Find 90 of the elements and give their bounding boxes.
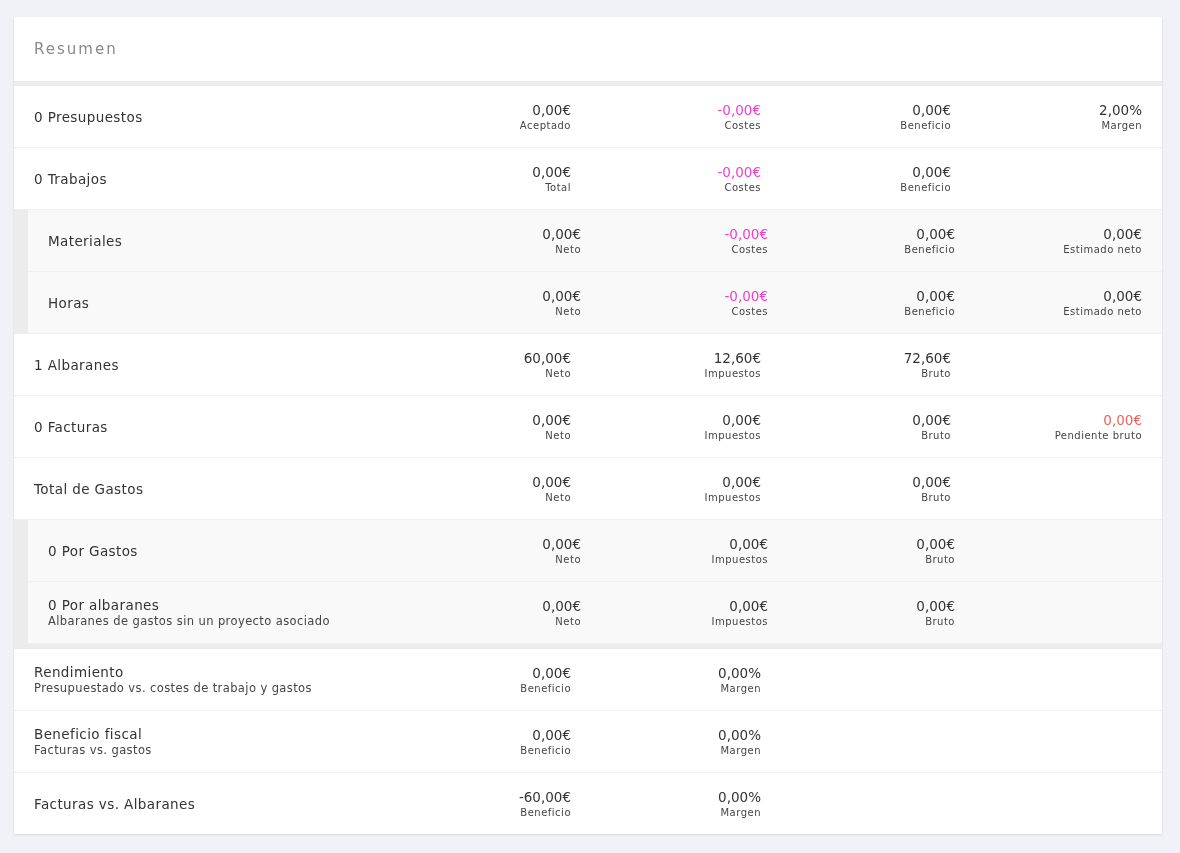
amount-label: Bruto bbox=[925, 616, 955, 627]
row-title: Horas bbox=[48, 294, 90, 311]
amount-value: 0,00€ bbox=[916, 226, 955, 242]
row-title: 0 Presupuestos bbox=[34, 108, 143, 125]
card-title: Resumen bbox=[34, 40, 118, 58]
amount-label: Neto bbox=[545, 430, 571, 441]
amount-value: 0,00% bbox=[718, 665, 761, 681]
row-title: 0 Trabajos bbox=[34, 170, 107, 187]
amount-label: Bruto bbox=[921, 430, 951, 441]
amount-label: Neto bbox=[555, 616, 581, 627]
amount-value: 0,00% bbox=[718, 789, 761, 805]
row-title: 0 Por Gastos bbox=[48, 542, 138, 559]
amount-label: Total bbox=[545, 182, 571, 193]
amount-value: -60,00€ bbox=[518, 789, 571, 805]
amount-value: 2,00% bbox=[1099, 102, 1142, 118]
amount-label: Beneficio bbox=[520, 745, 571, 756]
amount-value: -0,00€ bbox=[717, 164, 761, 180]
amount-value: 0,00€ bbox=[912, 474, 951, 490]
amount-value: -0,00€ bbox=[717, 102, 761, 118]
amount-value: 0,00€ bbox=[916, 288, 955, 304]
amount-label: Bruto bbox=[925, 554, 955, 565]
amount-label: Impuestos bbox=[711, 554, 768, 565]
row-title: Total de Gastos bbox=[34, 480, 144, 497]
amount-value: 0,00€ bbox=[912, 102, 951, 118]
amount-label: Beneficio bbox=[520, 807, 571, 818]
amount-value: 0,00€ bbox=[532, 727, 571, 743]
row-subtitle: Facturas vs. gastos bbox=[34, 743, 152, 757]
amount-label: Costes bbox=[731, 244, 768, 255]
amount-label: Estimado neto bbox=[1063, 244, 1142, 255]
amount-label: Margen bbox=[720, 745, 761, 756]
amount-value: 0,00€ bbox=[542, 598, 581, 614]
amount-value: 0,00€ bbox=[916, 536, 955, 552]
amount-label: Bruto bbox=[921, 368, 951, 379]
row-subtitle: Albaranes de gastos sin un proyecto asociado bbox=[48, 614, 330, 628]
amount-label: Costes bbox=[724, 120, 761, 131]
amount-label: Estimado neto bbox=[1063, 306, 1142, 317]
amount-label: Beneficio bbox=[900, 120, 951, 131]
amount-value: 0,00€ bbox=[532, 474, 571, 490]
amount-value: 0,00€ bbox=[912, 412, 951, 428]
row-title: Rendimiento bbox=[34, 664, 124, 680]
amount-value: 0,00€ bbox=[729, 598, 768, 614]
amount-label: Aceptado bbox=[519, 120, 571, 131]
amount-value: 0,00€ bbox=[532, 665, 571, 681]
amount-value: 72,60€ bbox=[903, 350, 951, 366]
row-title: Materiales bbox=[48, 232, 123, 249]
row-title: 1 Albaranes bbox=[34, 356, 119, 373]
amount-label: Beneficio bbox=[520, 683, 571, 694]
amount-value: 0,00€ bbox=[729, 536, 768, 552]
row-title: Facturas vs. Albaranes bbox=[34, 795, 196, 812]
row-title: Beneficio fiscal bbox=[34, 726, 143, 742]
amount-label: Beneficio bbox=[900, 182, 951, 193]
amount-value: 0,00€ bbox=[532, 412, 571, 428]
amount-label: Margen bbox=[1101, 120, 1142, 131]
amount-label: Neto bbox=[555, 554, 581, 565]
amount-value: 60,00€ bbox=[523, 350, 571, 366]
amount-value: 0,00€ bbox=[542, 288, 581, 304]
amount-value: 0,00€ bbox=[1103, 288, 1142, 304]
amount-value: 0,00€ bbox=[1103, 412, 1142, 428]
amount-label: Costes bbox=[724, 182, 761, 193]
amount-label: Impuestos bbox=[704, 492, 761, 503]
row-title: 0 Por albaranes bbox=[48, 597, 160, 613]
amount-value: -0,00€ bbox=[724, 226, 768, 242]
amount-value: 0,00€ bbox=[722, 474, 761, 490]
amount-value: 0,00€ bbox=[532, 102, 571, 118]
amount-label: Impuestos bbox=[711, 616, 768, 627]
row-title: 0 Facturas bbox=[34, 418, 108, 435]
amount-label: Impuestos bbox=[704, 368, 761, 379]
amount-label: Impuestos bbox=[704, 430, 761, 441]
amount-label: Beneficio bbox=[904, 244, 955, 255]
amount-label: Pendiente bruto bbox=[1054, 430, 1142, 441]
amount-value: 0,00€ bbox=[912, 164, 951, 180]
amount-label: Margen bbox=[720, 683, 761, 694]
amount-value: 0,00€ bbox=[916, 598, 955, 614]
amount-label: Bruto bbox=[921, 492, 951, 503]
row-subtitle: Presupuestado vs. costes de trabajo y gastos bbox=[34, 681, 312, 695]
amount-label: Neto bbox=[555, 244, 581, 255]
amount-label: Neto bbox=[545, 368, 571, 379]
amount-value: 0,00€ bbox=[1103, 226, 1142, 242]
amount-value: 0,00€ bbox=[542, 536, 581, 552]
amount-label: Costes bbox=[731, 306, 768, 317]
amount-label: Beneficio bbox=[904, 306, 955, 317]
amount-value: -0,00€ bbox=[724, 288, 768, 304]
amount-value: 12,60€ bbox=[713, 350, 761, 366]
amount-label: Neto bbox=[545, 492, 571, 503]
amount-value: 0,00€ bbox=[532, 164, 571, 180]
amount-value: 0,00€ bbox=[722, 412, 761, 428]
amount-label: Neto bbox=[555, 306, 581, 317]
amount-value: 0,00% bbox=[718, 727, 761, 743]
amount-label: Margen bbox=[720, 807, 761, 818]
amount-value: 0,00€ bbox=[542, 226, 581, 242]
